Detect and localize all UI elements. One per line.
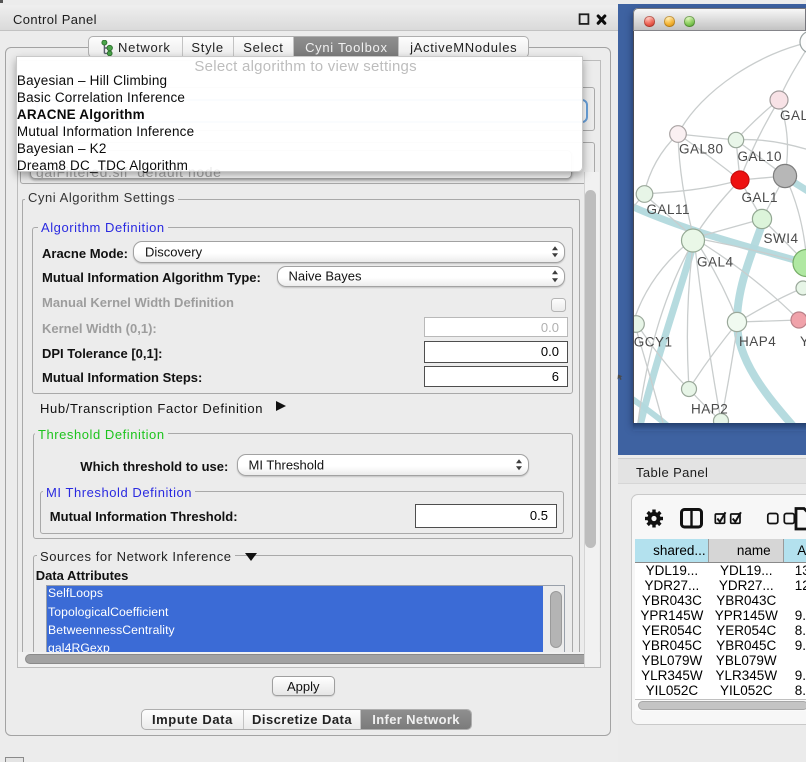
svg-text:GAL10: GAL10 bbox=[738, 149, 783, 164]
svg-text:GAL2: GAL2 bbox=[780, 108, 806, 123]
svg-text:GCY1: GCY1 bbox=[634, 335, 673, 350]
svg-text:SWI4: SWI4 bbox=[764, 231, 799, 246]
svg-text:GAL80: GAL80 bbox=[679, 142, 724, 157]
svg-text:GAL1: GAL1 bbox=[742, 190, 779, 205]
svg-text:HAP4: HAP4 bbox=[739, 334, 776, 349]
svg-text:Y: Y bbox=[800, 334, 806, 349]
svg-text:HAP2: HAP2 bbox=[691, 402, 728, 417]
svg-text:GAL4: GAL4 bbox=[697, 255, 734, 270]
svg-text:GAL11: GAL11 bbox=[647, 202, 691, 217]
